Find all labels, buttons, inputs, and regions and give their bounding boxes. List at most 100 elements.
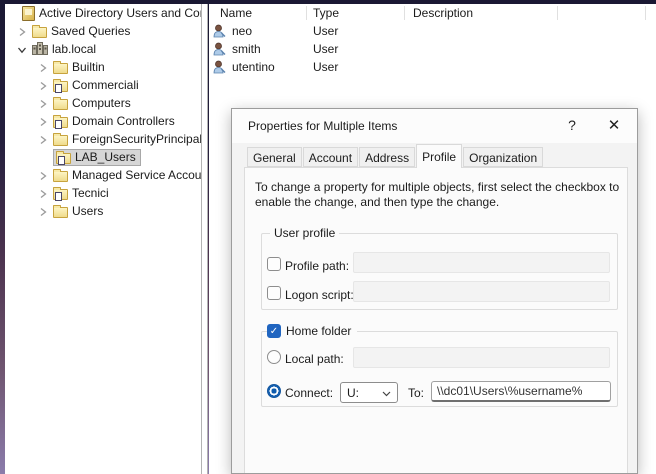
drive-letter-select[interactable]: U: (340, 382, 398, 403)
tree-item-managed-service-accounts[interactable]: Managed Service Accounts (5, 166, 201, 184)
properties-dialog: Properties for Multiple Items ? ✕ Genera… (231, 108, 638, 474)
tree-item-lab-users[interactable]: LAB_Users (5, 148, 201, 166)
to-label: To: (408, 386, 424, 400)
tree-item-tecnici[interactable]: Tecnici (5, 184, 201, 202)
drive-letter-value: U: (347, 386, 359, 400)
console-tree: Active Directory Users and Computers Sav… (5, 4, 201, 474)
folder-icon (53, 99, 68, 110)
column-divider[interactable] (557, 6, 558, 20)
tab-account[interactable]: Account (303, 147, 358, 167)
tree-item-label: Computers (72, 96, 131, 110)
chevron-right-icon[interactable] (38, 170, 48, 180)
chevron-right-icon[interactable] (38, 80, 48, 90)
user-profile-group: User profile Profile path: Logon script: (261, 233, 618, 310)
list-row-smith[interactable]: smith User (209, 40, 656, 58)
selected-tree-item[interactable]: LAB_Users (53, 149, 141, 166)
tree-item-label: Domain Controllers (72, 114, 175, 128)
domain-icon (32, 39, 48, 59)
profile-tab-page: To change a property for multiple object… (244, 167, 628, 473)
chevron-right-icon[interactable] (38, 98, 48, 108)
column-divider[interactable] (645, 6, 646, 20)
logon-script-field[interactable] (353, 281, 610, 302)
directory-root-icon (22, 6, 35, 21)
tree-item-lab-local[interactable]: lab.local (5, 40, 201, 58)
cell-name: neo (232, 24, 252, 38)
chevron-down-icon (382, 386, 391, 400)
profile-path-checkbox[interactable] (267, 257, 281, 271)
home-folder-label: Home folder (286, 324, 351, 338)
close-icon[interactable]: ✕ (599, 109, 629, 141)
chevron-right-icon[interactable] (38, 116, 48, 126)
user-icon (213, 42, 227, 59)
cell-type: User (313, 42, 338, 56)
tree-item-domain-controllers[interactable]: Domain Controllers (5, 112, 201, 130)
list-row-neo[interactable]: neo User (209, 22, 656, 40)
profile-path-field[interactable] (353, 252, 610, 273)
logon-script-checkbox[interactable] (267, 286, 281, 300)
dialog-titlebar: Properties for Multiple Items ? ✕ (232, 109, 637, 143)
cell-type: User (313, 24, 338, 38)
list-row-utentino[interactable]: utentino User (209, 58, 656, 76)
user-icon (213, 24, 227, 41)
tree-item-label: LAB_Users (75, 150, 136, 164)
column-header-name[interactable]: Name (220, 6, 252, 20)
dialog-title: Properties for Multiple Items (248, 119, 397, 133)
tree-item-builtin[interactable]: Builtin (5, 58, 201, 76)
folder-icon (53, 63, 68, 74)
instruction-text: To change a property for multiple object… (255, 180, 639, 210)
panel-splitter[interactable] (201, 4, 208, 474)
chevron-right-icon[interactable] (38, 206, 48, 216)
folder-icon (32, 27, 47, 38)
chevron-right-icon[interactable] (38, 134, 48, 144)
tree-item-root[interactable]: Active Directory Users and Computers (5, 4, 201, 22)
logon-script-label: Logon script: (285, 288, 354, 302)
local-path-field[interactable] (353, 347, 610, 368)
tab-profile[interactable]: Profile (416, 144, 462, 168)
cell-type: User (313, 60, 338, 74)
chevron-right-icon[interactable] (38, 62, 48, 72)
tree-item-users[interactable]: Users (5, 202, 201, 220)
tree-item-commerciali[interactable]: Commerciali (5, 76, 201, 94)
tree-item-label: Users (72, 204, 103, 218)
home-folder-group: ✓ Home folder Local path: Connect: U: To… (261, 331, 618, 407)
ou-folder-icon (56, 153, 71, 164)
tree-item-label: Saved Queries (51, 24, 130, 38)
tab-strip: General Account Address Profile Organiza… (247, 144, 544, 167)
folder-icon (53, 135, 68, 146)
tree-item-label: lab.local (52, 42, 96, 56)
ou-folder-icon (53, 81, 68, 92)
tree-item-label: ForeignSecurityPrincipals (72, 132, 201, 146)
tab-address[interactable]: Address (359, 147, 415, 167)
tree-item-computers[interactable]: Computers (5, 94, 201, 112)
tab-organization[interactable]: Organization (463, 147, 543, 167)
column-header-type[interactable]: Type (313, 6, 339, 20)
ou-folder-icon (53, 189, 68, 200)
tree-item-foreign-security-principals[interactable]: ForeignSecurityPrincipals (5, 130, 201, 148)
chevron-right-icon[interactable] (38, 188, 48, 198)
help-icon[interactable]: ? (557, 109, 587, 141)
chevron-right-icon[interactable] (17, 26, 27, 36)
column-divider[interactable] (404, 6, 405, 20)
tree-item-label: Tecnici (72, 186, 109, 200)
list-header: Name Type Description (209, 4, 656, 22)
column-divider[interactable] (306, 6, 307, 20)
home-folder-path-input[interactable]: \\dc01\Users\%username% (431, 381, 611, 402)
chevron-down-icon[interactable] (17, 44, 27, 54)
tab-general[interactable]: General (247, 147, 302, 167)
connect-label: Connect: (285, 386, 333, 400)
user-icon (213, 60, 227, 77)
home-folder-checkbox[interactable]: ✓ (267, 324, 281, 338)
folder-icon (53, 171, 68, 182)
folder-icon (53, 207, 68, 218)
cell-name: utentino (232, 60, 275, 74)
tree-item-saved-queries[interactable]: Saved Queries (5, 22, 201, 40)
tree-item-label: Active Directory Users and Computers (39, 6, 201, 20)
profile-path-label: Profile path: (285, 259, 349, 273)
tree-item-label: Managed Service Accounts (72, 168, 201, 182)
column-header-description[interactable]: Description (413, 6, 473, 20)
cell-name: smith (232, 42, 261, 56)
local-path-radio[interactable] (267, 350, 281, 364)
group-title: User profile (270, 226, 339, 240)
tree-item-label: Commerciali (72, 78, 139, 92)
connect-radio[interactable] (267, 384, 281, 398)
